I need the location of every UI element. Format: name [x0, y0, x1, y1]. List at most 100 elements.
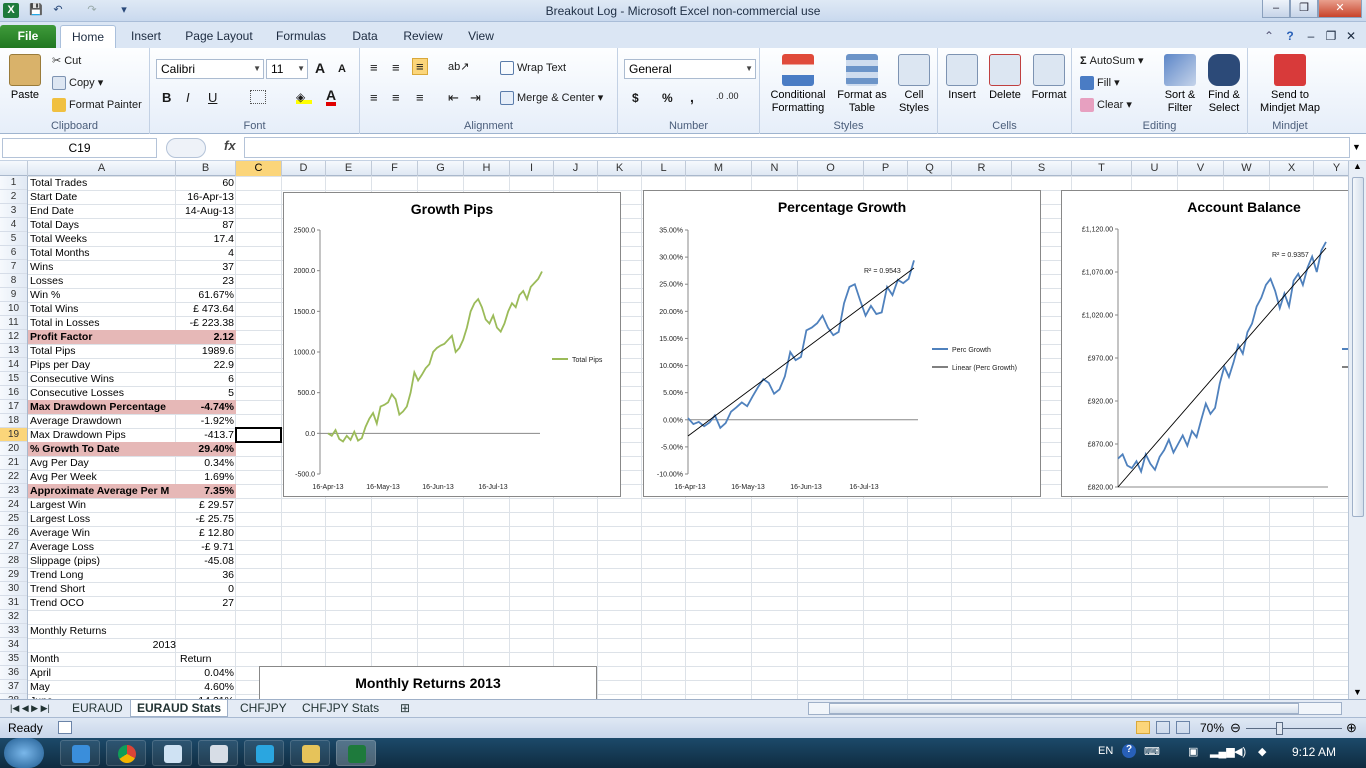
tab-page-layout[interactable]: Page Layout	[180, 25, 258, 48]
sheet-tab-euraud-stats[interactable]: EURAUD Stats	[130, 700, 229, 717]
taskbar-excel[interactable]	[336, 740, 376, 766]
row-header-2[interactable]: 2	[0, 190, 27, 204]
paste-button[interactable]: Paste	[6, 54, 44, 102]
cell-b22[interactable]: 1.69%	[180, 470, 236, 484]
cell-b19[interactable]: -413.7	[180, 428, 236, 442]
currency-button[interactable]: $	[632, 91, 639, 105]
column-header-w[interactable]: W	[1224, 161, 1270, 176]
column-header-v[interactable]: V	[1178, 161, 1224, 176]
row-header-19[interactable]: 19	[0, 428, 27, 442]
cell-b29[interactable]: 36	[180, 568, 236, 582]
row-header-6[interactable]: 6	[0, 246, 27, 260]
format-as-table-button[interactable]: Format as Table	[834, 54, 890, 115]
printer-icon[interactable]: ▣	[1188, 745, 1198, 758]
formula-expand-icon[interactable]	[166, 138, 206, 158]
row-header-31[interactable]: 31	[0, 596, 27, 610]
cell-b20[interactable]: 29.40%	[180, 442, 236, 456]
column-header-o[interactable]: O	[798, 161, 864, 176]
sheet-tab-chfjpy[interactable]: CHFJPY	[234, 700, 293, 717]
borders-icon[interactable]	[250, 90, 266, 104]
cell-styles-button[interactable]: Cell Styles	[894, 54, 934, 115]
row-header-17[interactable]: 17	[0, 400, 27, 414]
cell-b16[interactable]: 5	[180, 386, 236, 400]
number-format-combo[interactable]: General ▼	[624, 59, 756, 79]
scroll-thumb[interactable]	[1352, 177, 1364, 517]
align-right-icon[interactable]: ≡	[416, 90, 424, 105]
underline-button[interactable]: U	[208, 90, 217, 105]
cell-b10[interactable]: £ 473.64	[180, 302, 236, 316]
align-center-icon[interactable]: ≡	[392, 90, 400, 105]
new-sheet-icon[interactable]: ⊞	[394, 700, 416, 717]
tab-view[interactable]: View	[460, 25, 502, 48]
taskbar-skype[interactable]	[244, 740, 284, 766]
cell-b21[interactable]: 0.34%	[180, 456, 236, 470]
doc-minimize-icon[interactable]: –	[1304, 25, 1318, 48]
format-cells-button[interactable]: Format	[1028, 54, 1070, 102]
collapse-ribbon-icon[interactable]: ⌃	[1262, 25, 1276, 48]
italic-button[interactable]: I	[186, 90, 190, 105]
cell-b13[interactable]: 1989.6	[180, 344, 236, 358]
macro-record-icon[interactable]	[58, 721, 72, 734]
cell-b8[interactable]: 23	[180, 274, 236, 288]
growth-pips-chart[interactable]: Growth Pips 2500.0 2000.0 1500.0 1000.0 500.…	[283, 192, 621, 497]
cell-b24[interactable]: £ 29.57	[180, 498, 236, 512]
row-header-1[interactable]: 1	[0, 176, 27, 190]
cell-b34[interactable]	[180, 638, 236, 652]
column-header-m[interactable]: M	[686, 161, 752, 176]
cell-b18[interactable]: -1.92%	[180, 414, 236, 428]
row-header-10[interactable]: 10	[0, 302, 27, 316]
vertical-scrollbar[interactable]: ▲ ▼	[1348, 161, 1366, 699]
help-tray-icon[interactable]: ?	[1122, 744, 1136, 758]
column-header-f[interactable]: F	[372, 161, 418, 176]
network-icon[interactable]: ▂▄▆	[1210, 745, 1235, 758]
row-header-34[interactable]: 34	[0, 638, 27, 652]
column-header-c[interactable]: C	[236, 161, 282, 176]
insert-cells-button[interactable]: Insert	[942, 54, 982, 102]
clear-button[interactable]: Clear ▾	[1080, 98, 1132, 113]
row-header-27[interactable]: 27	[0, 540, 27, 554]
cell-b36[interactable]: 0.04%	[180, 666, 236, 680]
conditional-formatting-button[interactable]: Conditional Formatting	[766, 54, 830, 115]
decrease-indent-icon[interactable]: ⇤	[448, 90, 459, 106]
taskbar-explorer[interactable]	[290, 740, 330, 766]
cell-b31[interactable]: 27	[180, 596, 236, 610]
wrap-text-button[interactable]: Wrap Text	[500, 61, 566, 75]
cell-b3[interactable]: 14-Aug-13	[180, 204, 236, 218]
cell-b37[interactable]: 4.60%	[180, 680, 236, 694]
taskbar-ie[interactable]	[60, 740, 100, 766]
cell-b27[interactable]: -£ 9.71	[180, 540, 236, 554]
insert-function-icon[interactable]: fx	[224, 138, 236, 153]
row-header-20[interactable]: 20	[0, 442, 27, 456]
doc-close-icon[interactable]: ✕	[1344, 25, 1358, 48]
keyboard-icon[interactable]: ⌨	[1144, 745, 1160, 758]
increase-indent-icon[interactable]: ⇥	[470, 90, 481, 106]
row-header-12[interactable]: 12	[0, 330, 27, 344]
font-size-combo[interactable]: 11 ▼	[266, 59, 308, 79]
cell-b-label[interactable]: Return	[180, 652, 236, 666]
column-header-j[interactable]: J	[554, 161, 598, 176]
cell-b30[interactable]: 0	[180, 582, 236, 596]
zoom-slider[interactable]	[1246, 728, 1342, 729]
row-header-35[interactable]: 35	[0, 652, 27, 666]
sort-filter-button[interactable]: Sort & Filter	[1158, 54, 1202, 115]
align-left-icon[interactable]: ≡	[370, 90, 378, 105]
column-header-u[interactable]: U	[1132, 161, 1178, 176]
scroll-down-icon[interactable]: ▼	[1353, 687, 1362, 697]
copy-button[interactable]: Copy ▾	[52, 76, 103, 91]
zoom-level[interactable]: 70%	[1200, 721, 1224, 735]
font-name-combo[interactable]: Calibri ▼	[156, 59, 264, 79]
row-header-36[interactable]: 36	[0, 666, 27, 680]
cell-b14[interactable]: 22.9	[180, 358, 236, 372]
close-button[interactable]: ✕	[1318, 0, 1362, 18]
cell-b15[interactable]: 6	[180, 372, 236, 386]
taskbar-calculator[interactable]	[198, 740, 238, 766]
format-painter-button[interactable]: Format Painter	[52, 98, 142, 112]
tab-formulas[interactable]: Formulas	[270, 25, 332, 48]
tab-data[interactable]: Data	[345, 25, 385, 48]
percentage-growth-chart[interactable]: Percentage Growth 35.00% 30.00% 25.00% 20.0…	[643, 190, 1041, 497]
cell-b7[interactable]: 37	[180, 260, 236, 274]
increase-decimal-icon[interactable]: .0 .00	[716, 91, 739, 101]
cell-b4[interactable]: 87	[180, 218, 236, 232]
column-header-b[interactable]: B	[176, 161, 236, 176]
help-icon[interactable]: ?	[1280, 25, 1300, 48]
